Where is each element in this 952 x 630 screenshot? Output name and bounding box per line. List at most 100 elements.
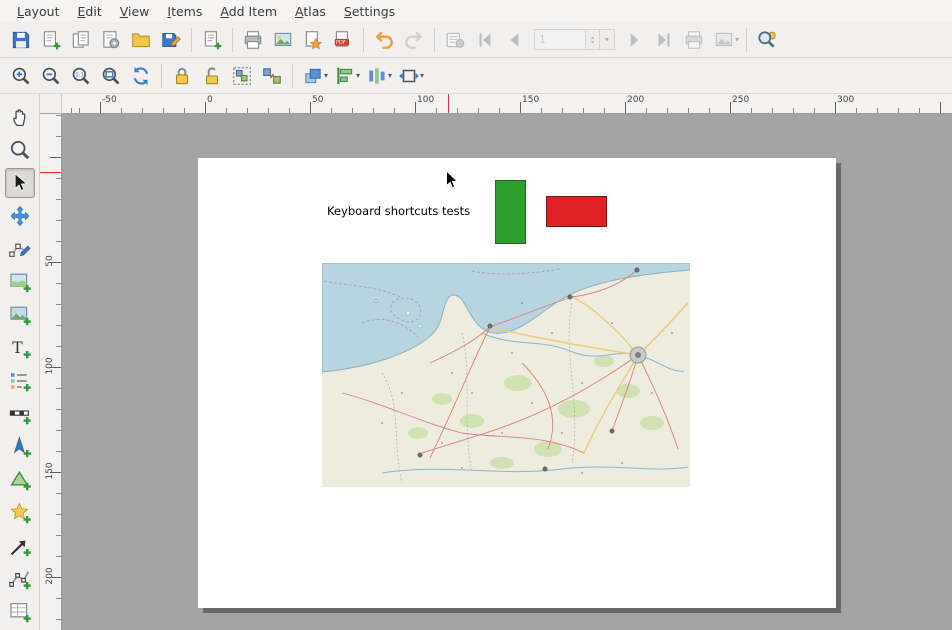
atlas-settings-button[interactable] (752, 26, 782, 54)
add-north-arrow-icon (8, 435, 32, 459)
save-button[interactable] (6, 26, 36, 54)
green-rectangle-item[interactable] (495, 180, 526, 244)
print-atlas-icon (683, 29, 705, 51)
zoom-in-button[interactable] (6, 62, 36, 90)
new-layout-icon (40, 29, 62, 51)
select-move-tool[interactable] (5, 168, 35, 198)
atlas-prev-button[interactable] (500, 26, 530, 54)
atlas-prev-icon (504, 29, 526, 51)
add-table-icon (8, 600, 32, 624)
zoom-actual-button[interactable]: 1:1 (66, 62, 96, 90)
move-content-tool[interactable] (5, 201, 35, 231)
unlock-items-button[interactable] (197, 62, 227, 90)
open-folder-icon (130, 29, 152, 51)
layout-manager-button[interactable] (96, 26, 126, 54)
layout-canvas[interactable]: Keyboard shortcuts tests (62, 114, 952, 630)
print-atlas-button[interactable] (679, 26, 709, 54)
atlas-next-button[interactable] (619, 26, 649, 54)
export-svg-button[interactable] (298, 26, 328, 54)
menu-add-item[interactable]: Add Item (211, 2, 286, 21)
zoom-full-button[interactable] (96, 62, 126, 90)
zoom-out-button[interactable] (36, 62, 66, 90)
ruler-label: 250 (732, 95, 749, 105)
menu-layout[interactable]: Layout (8, 2, 69, 21)
add-north-arrow-tool[interactable] (5, 432, 35, 462)
edit-nodes-tool[interactable] (5, 234, 35, 264)
separator (232, 28, 233, 52)
dropdown-arrow-icon[interactable]: ▾ (356, 71, 360, 80)
redo-button[interactable] (399, 26, 429, 54)
group-items-button[interactable] (227, 62, 257, 90)
add-map-icon (8, 270, 32, 294)
add-map-tool[interactable] (5, 267, 35, 297)
zoom-tool[interactable] (5, 135, 35, 165)
red-rectangle-item[interactable] (546, 196, 607, 227)
zoom-in-icon (10, 65, 32, 87)
add-table-tool[interactable] (5, 597, 35, 627)
dropdown-arrow-icon[interactable]: ▾ (388, 71, 392, 80)
add-scalebar-tool[interactable] (5, 399, 35, 429)
ungroup-items-button[interactable] (257, 62, 287, 90)
atlas-settings-icon (756, 29, 778, 51)
mouse-cursor (445, 170, 460, 191)
pan-tool[interactable] (5, 102, 35, 132)
add-arrow-icon (8, 534, 32, 558)
ruler-label: 50 (312, 95, 323, 105)
add-picture-icon (8, 303, 32, 327)
menu-items[interactable]: Items (158, 2, 211, 21)
new-layout-button[interactable] (36, 26, 66, 54)
open-layout-button[interactable] (126, 26, 156, 54)
export-pdf-button[interactable]: PDF (328, 26, 358, 54)
atlas-next-icon (623, 29, 645, 51)
lock-items-button[interactable] (167, 62, 197, 90)
print-button[interactable] (238, 26, 268, 54)
ruler-label: 50 (45, 250, 55, 272)
ruler-label: 150 (45, 460, 55, 482)
zoom-out-icon (40, 65, 62, 87)
layout-page[interactable]: Keyboard shortcuts tests (198, 158, 836, 608)
add-shape-tool[interactable] (5, 465, 35, 495)
atlas-last-button[interactable] (649, 26, 679, 54)
ruler-label: 300 (837, 95, 854, 105)
undo-button[interactable] (369, 26, 399, 54)
dropdown-arrow-icon[interactable]: ▾ (735, 35, 739, 44)
atlas-page-dropdown[interactable]: ▾ (600, 29, 615, 50)
separator (191, 28, 192, 52)
add-label-tool[interactable]: T (5, 333, 35, 363)
menu-settings[interactable]: Settings (335, 2, 404, 21)
align-items-group: ▾ (330, 62, 362, 90)
add-picture-tool[interactable] (5, 300, 35, 330)
duplicate-layout-button[interactable] (66, 26, 96, 54)
ruler-label: -50 (102, 95, 117, 105)
atlas-page-input[interactable] (534, 29, 586, 50)
atlas-first-button[interactable] (470, 26, 500, 54)
dropdown-arrow-icon[interactable]: ▾ (420, 71, 424, 80)
atlas-page-spinner[interactable]: ▴▾ (586, 29, 600, 50)
refresh-button[interactable] (126, 62, 156, 90)
add-shape-icon (8, 468, 32, 492)
dropdown-arrow-icon[interactable]: ▾ (324, 71, 328, 80)
map-item[interactable] (322, 263, 690, 487)
menu-view[interactable]: View (111, 2, 159, 21)
refresh-icon (130, 65, 152, 87)
lock-icon (171, 65, 193, 87)
add-pages-button[interactable] (197, 26, 227, 54)
preview-atlas-button[interactable] (440, 26, 470, 54)
add-legend-icon (8, 369, 32, 393)
raise-items-group: ▾ (298, 62, 330, 90)
add-node-item-tool[interactable] (5, 564, 35, 594)
add-arrow-tool[interactable] (5, 531, 35, 561)
atlas-first-icon (474, 29, 496, 51)
add-legend-tool[interactable] (5, 366, 35, 396)
add-marker-icon (8, 501, 32, 525)
menu-edit[interactable]: Edit (69, 2, 111, 21)
export-image-icon (272, 29, 294, 51)
resize-items-icon (398, 65, 420, 87)
save-as-button[interactable] (156, 26, 186, 54)
add-marker-tool[interactable] (5, 498, 35, 528)
svg-text:T: T (12, 339, 23, 357)
export-image-button[interactable] (268, 26, 298, 54)
menu-atlas[interactable]: Atlas (286, 2, 335, 21)
label-item[interactable]: Keyboard shortcuts tests (327, 204, 470, 218)
spin-down-icon: ▾ (586, 40, 599, 45)
